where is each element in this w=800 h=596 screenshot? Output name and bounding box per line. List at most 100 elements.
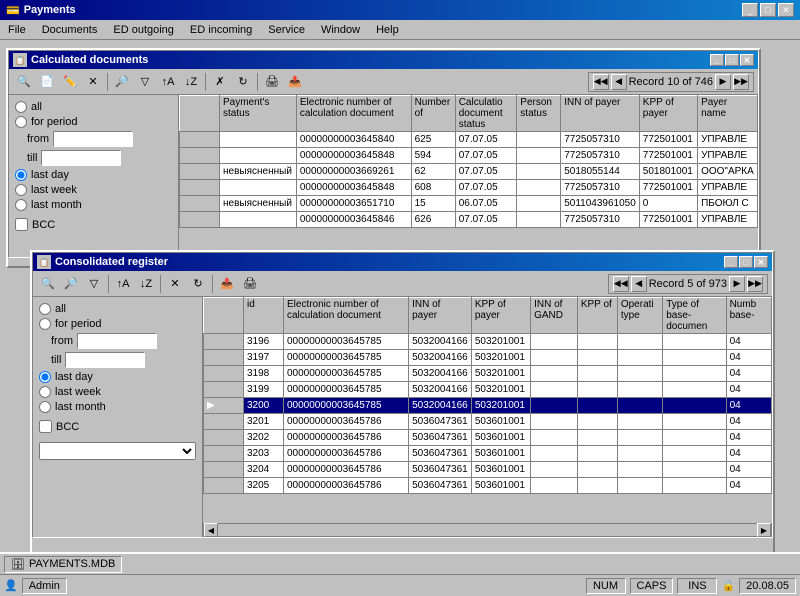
menu-help[interactable]: Help <box>372 23 403 37</box>
cr-filter-btn[interactable]: 🔎 <box>60 274 82 294</box>
nav-last-btn[interactable]: ▶▶ <box>733 74 749 90</box>
table-row[interactable]: 3199 00000000003645785 5032004166 503201… <box>204 382 772 398</box>
table-row[interactable]: 3203 00000000003645786 5036047361 503601… <box>204 446 772 462</box>
table-row[interactable]: 00000000003645840 625 07.07.05 772505731… <box>180 132 758 148</box>
nav-next-btn[interactable]: ▶ <box>715 74 731 90</box>
cr-col-kpp[interactable]: KPP of payer <box>471 298 530 334</box>
cr-nav-prev-btn[interactable]: ◀ <box>631 276 647 292</box>
col-elec-num[interactable]: Electronic number of calculation documen… <box>296 96 411 132</box>
sort-asc-btn[interactable]: ↑A <box>157 72 179 92</box>
cr-scrollbar-h[interactable]: ◀ ▶ <box>203 523 772 537</box>
cr-refresh-btn[interactable]: ↻ <box>187 274 209 294</box>
refresh-btn[interactable]: ↻ <box>232 72 254 92</box>
cr-col-op-type[interactable]: Operati type <box>617 298 662 334</box>
table-row[interactable]: 3198 00000000003645785 5032004166 503201… <box>204 366 772 382</box>
cr-col-type-base[interactable]: Type of base-documen <box>663 298 726 334</box>
cr-print-btn[interactable]: 🖨 <box>239 274 261 294</box>
search-tool-btn[interactable]: 🔍 <box>13 72 35 92</box>
col-payer-name[interactable]: Payer name <box>698 96 758 132</box>
filter-lastmonth-radio[interactable] <box>15 199 27 211</box>
table-row[interactable]: невыясненный 00000000003651710 15 06.07.… <box>180 196 758 212</box>
cr-nav-first-btn[interactable]: ◀◀ <box>613 276 629 292</box>
calc-doc-minimize[interactable]: _ <box>710 54 724 66</box>
cr-scroll-right[interactable]: ▶ <box>757 523 771 537</box>
cr-filter-period-radio[interactable] <box>39 318 51 330</box>
add-tool-btn[interactable]: 📄 <box>36 72 58 92</box>
maximize-button[interactable]: □ <box>760 3 776 17</box>
table-row[interactable]: 00000000003645848 594 07.07.05 772505731… <box>180 148 758 164</box>
cr-filter-all-radio[interactable] <box>39 303 51 315</box>
nav-prev-btn[interactable]: ◀ <box>611 74 627 90</box>
table-row[interactable]: 00000000003645848 608 07.07.05 772505731… <box>180 180 758 196</box>
menu-file[interactable]: File <box>4 23 30 37</box>
cr-bcc-checkbox[interactable] <box>39 420 52 433</box>
delete-tool-btn[interactable]: ✕ <box>82 72 104 92</box>
table-row[interactable]: 3202 00000000003645786 5036047361 503601… <box>204 430 772 446</box>
from-date-input[interactable] <box>53 131 133 147</box>
calc-doc-maximize[interactable]: □ <box>725 54 739 66</box>
menu-ed-outgoing[interactable]: ED outgoing <box>109 23 178 37</box>
table-row[interactable]: 00000000003645846 626 07.07.05 772505731… <box>180 212 758 228</box>
till-date-input[interactable] <box>41 150 121 166</box>
filter2-btn[interactable]: ▽ <box>134 72 156 92</box>
cr-delete-btn[interactable]: ✕ <box>164 274 186 294</box>
cr-col-inn[interactable]: INN of payer <box>409 298 472 334</box>
bcc-checkbox[interactable] <box>15 218 28 231</box>
col-person-status[interactable]: Person status <box>517 96 561 132</box>
table-row[interactable]: ▶ 3200 00000000003645785 5032004166 5032… <box>204 398 772 414</box>
table-row[interactable]: 3204 00000000003645786 5036047361 503601… <box>204 462 772 478</box>
cr-bcc-select[interactable] <box>39 442 196 460</box>
filter-period-radio[interactable] <box>15 116 27 128</box>
cr-sort-asc-btn[interactable]: ↑A <box>112 274 134 294</box>
sort-desc-btn[interactable]: ↓Z <box>180 72 202 92</box>
calc-doc-close[interactable]: ✕ <box>740 54 754 66</box>
task-payments-mdb[interactable]: 🗄 PAYMENTS.MDB <box>4 556 122 573</box>
edit-tool-btn[interactable]: ✏️ <box>59 72 81 92</box>
table-row[interactable]: 3201 00000000003645786 5036047361 503601… <box>204 414 772 430</box>
cr-search-btn[interactable]: 🔍 <box>37 274 59 294</box>
col-calc-doc-status[interactable]: Calculatio document status <box>455 96 517 132</box>
cr-filter-lastmonth-radio[interactable] <box>39 401 51 413</box>
filter-lastday-radio[interactable] <box>15 169 27 181</box>
menu-ed-incoming[interactable]: ED incoming <box>186 23 256 37</box>
cr-scroll-left[interactable]: ◀ <box>204 523 218 537</box>
table-row[interactable]: невыясненный 00000000003669261 62 07.07.… <box>180 164 758 180</box>
cr-col-elec-num[interactable]: Electronic number of calculation documen… <box>284 298 409 334</box>
remove-filter-btn[interactable]: ✗ <box>209 72 231 92</box>
minimize-button[interactable]: _ <box>742 3 758 17</box>
cr-nav-last-btn[interactable]: ▶▶ <box>747 276 763 292</box>
consol-reg-close[interactable]: ✕ <box>754 256 768 268</box>
cr-till-date-input[interactable] <box>65 352 145 368</box>
consol-reg-maximize[interactable]: □ <box>739 256 753 268</box>
filter-all-radio[interactable] <box>15 101 27 113</box>
cr-filter-lastday-radio[interactable] <box>39 371 51 383</box>
cr-export-btn[interactable]: 📤 <box>216 274 238 294</box>
col-number-of[interactable]: Number of <box>411 96 455 132</box>
menu-window[interactable]: Window <box>317 23 364 37</box>
table-row[interactable]: 3205 00000000003645786 5036047361 503601… <box>204 478 772 494</box>
cr-col-kpp-of[interactable]: KPP of <box>577 298 617 334</box>
menu-service[interactable]: Service <box>264 23 309 37</box>
export-btn[interactable]: 📤 <box>284 72 306 92</box>
cr-from-date-input[interactable] <box>77 333 157 349</box>
cell-elec-num: 00000000003645785 <box>284 398 409 414</box>
consol-reg-minimize[interactable]: _ <box>724 256 738 268</box>
col-kpp-payer[interactable]: KPP of payer <box>639 96 697 132</box>
print-preview-btn[interactable]: 🖨 <box>261 72 283 92</box>
col-inn-payer[interactable]: INN of payer <box>561 96 640 132</box>
cr-filter-lastweek-radio[interactable] <box>39 386 51 398</box>
filter-lastweek-radio[interactable] <box>15 184 27 196</box>
cr-nav-next-btn[interactable]: ▶ <box>729 276 745 292</box>
col-payment-status[interactable]: Payment's status <box>220 96 297 132</box>
cr-filter2-btn[interactable]: ▽ <box>83 274 105 294</box>
filter-btn[interactable]: 🔎 <box>111 72 133 92</box>
cr-col-inn-gand[interactable]: INN of GAND <box>531 298 578 334</box>
close-button[interactable]: ✕ <box>778 3 794 17</box>
table-row[interactable]: 3196 00000000003645785 5032004166 503201… <box>204 334 772 350</box>
cr-sort-desc-btn[interactable]: ↓Z <box>135 274 157 294</box>
nav-first-btn[interactable]: ◀◀ <box>593 74 609 90</box>
menu-documents[interactable]: Documents <box>38 23 102 37</box>
cr-col-num-base[interactable]: Numb base- <box>726 298 771 334</box>
cr-col-id[interactable]: id <box>244 298 284 334</box>
table-row[interactable]: 3197 00000000003645785 5032004166 503201… <box>204 350 772 366</box>
